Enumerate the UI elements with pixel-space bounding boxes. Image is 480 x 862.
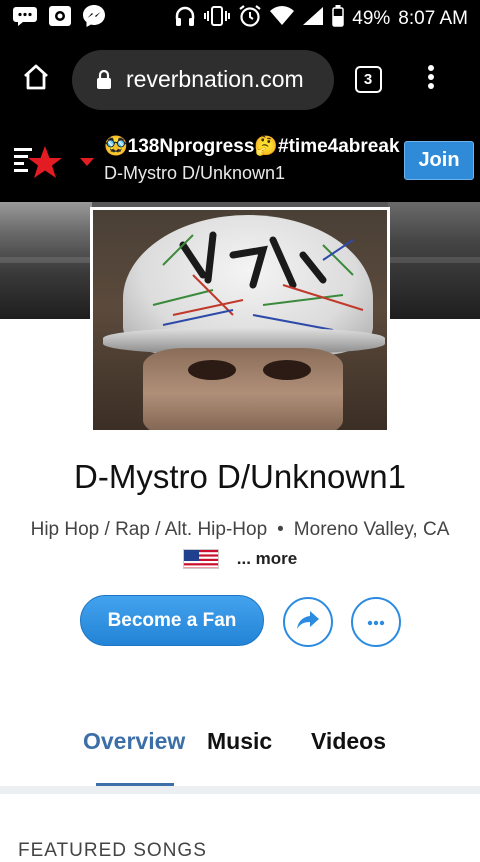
headphones-icon: [174, 5, 196, 33]
caret-down-icon[interactable]: [80, 158, 94, 166]
clock: 8:07 AM: [398, 7, 468, 29]
tab-overview[interactable]: Overview: [83, 728, 185, 755]
home-button[interactable]: [0, 37, 72, 122]
app-notification-icon: [48, 5, 72, 32]
artist-name: D-Mystro D/Unknown1: [74, 458, 406, 495]
battery-percent: 49%: [352, 7, 391, 29]
browser-toolbar: reverbnation.com 3: [0, 37, 480, 122]
artist-location: Moreno Valley, CA: [293, 519, 450, 540]
site-header: 🥸138Nprogress🤔#time4abreak D-Mystro D/Un…: [0, 122, 480, 202]
address-bar[interactable]: reverbnation.com: [72, 49, 334, 110]
more-vertical-icon: [427, 64, 435, 95]
profile-photo: [90, 207, 390, 433]
featured-songs-heading: FEATURED SONGS: [18, 840, 207, 861]
section-divider: [0, 786, 480, 794]
header-artist-name: D-Mystro D/Unknown1: [104, 163, 286, 183]
reverbnation-logo[interactable]: [14, 144, 64, 180]
more-horizontal-icon: [367, 613, 385, 631]
artist-image: [93, 210, 387, 430]
tab-count: 3: [354, 66, 382, 93]
join-button[interactable]: Join: [404, 141, 474, 180]
more-link[interactable]: ... more: [237, 549, 297, 569]
status-bar: 49% 8:07 AM: [0, 0, 480, 37]
messenger-icon: [82, 4, 106, 33]
us-flag-icon: [182, 549, 219, 569]
more-options-button[interactable]: [351, 597, 401, 647]
vibrate-icon: [204, 5, 231, 33]
tab-videos[interactable]: Videos: [311, 728, 386, 755]
messages-icon: [12, 5, 38, 32]
tab-switcher-button[interactable]: 3: [334, 37, 402, 122]
header-title-block: 🥸138Nprogress🤔#time4abreak D-Mystro D/Un…: [104, 134, 400, 184]
signal-icon: [302, 6, 324, 32]
share-icon: [296, 610, 320, 635]
become-a-fan-button[interactable]: Become a Fan: [80, 595, 264, 646]
browser-menu-button[interactable]: [402, 37, 460, 122]
alarm-icon: [238, 4, 262, 34]
header-status-title: 🥸138Nprogress🤔#time4abreak: [104, 136, 400, 157]
artist-genres: Hip Hop / Rap / Alt. Hip-Hop: [30, 519, 268, 540]
tab-music[interactable]: Music: [207, 728, 272, 755]
meta-separator: •: [277, 519, 284, 540]
home-icon: [22, 63, 50, 96]
wifi-icon: [270, 5, 295, 32]
url-text: reverbnation.com: [126, 66, 304, 92]
artist-meta: Hip Hop / Rap / Alt. Hip-Hop • Moreno Vall…: [0, 519, 480, 541]
flag-row: ... more: [0, 549, 480, 569]
lock-icon: [96, 69, 112, 90]
share-button[interactable]: [283, 597, 333, 647]
battery-icon: [332, 4, 344, 33]
